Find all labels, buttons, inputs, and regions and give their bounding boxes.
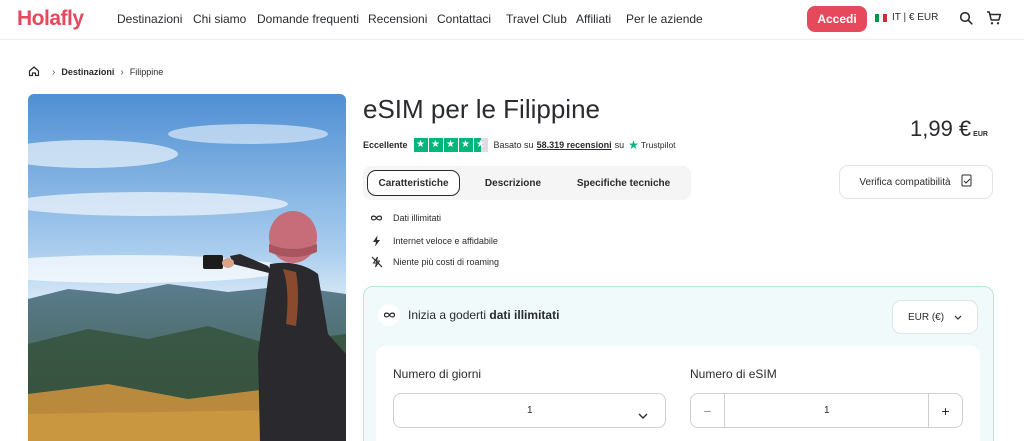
chevron-right-icon: › [52, 66, 56, 78]
chevron-right-icon: › [120, 66, 124, 78]
breadcrumb-destinazioni[interactable]: Destinazioni [61, 67, 114, 77]
chevron-down-icon [638, 406, 648, 424]
nav-recensioni[interactable]: Recensioni [368, 12, 427, 26]
locale-selector[interactable]: IT | € EUR [875, 12, 938, 23]
currency-select[interactable]: EUR (€) [892, 300, 978, 334]
infinity-icon [378, 304, 400, 326]
price: 1,99 € EUR [910, 116, 988, 142]
star-icon: ★ [443, 138, 458, 152]
search-icon[interactable] [957, 9, 975, 27]
holafly-logo[interactable]: Holafly [17, 7, 84, 31]
currency-value: EUR (€) [907, 311, 945, 323]
feature-label: Niente più costi di roaming [393, 257, 500, 267]
breadcrumb-current: Filippine [129, 67, 164, 77]
plan-heading-prefix: Inizia a goderti [408, 308, 487, 322]
nav-destinazioni[interactable]: Destinazioni [117, 12, 182, 26]
reviews-suffix: su [614, 140, 625, 150]
trustpilot-star-icon: ★ [628, 138, 639, 152]
days-value: 1 [527, 405, 533, 416]
verify-compatibility-button[interactable]: Verifica compatibilità [839, 165, 993, 199]
tab-caratteristiche[interactable]: Caratteristiche [367, 170, 460, 196]
lightning-icon [370, 235, 383, 247]
star-icon: ★ [428, 138, 443, 152]
login-button[interactable]: Accedi [807, 6, 867, 32]
half-star-icon: ★ [473, 138, 488, 152]
italy-flag-icon [875, 13, 887, 22]
feature-item: Internet veloce e affidabile [370, 235, 498, 247]
trustpilot-rating: Eccellente ★ ★ ★ ★ ★ Basato su 58.319 re… [363, 138, 676, 152]
locale-label: IT | € EUR [892, 12, 939, 23]
increment-button[interactable]: + [928, 394, 962, 427]
rating-label: Eccellente [363, 140, 408, 150]
tab-descrizione[interactable]: Descrizione [473, 170, 553, 196]
days-label: Numero di giorni [393, 367, 482, 381]
nav-per-le-aziende[interactable]: Per le aziende [626, 12, 703, 26]
verify-label: Verifica compatibilità [859, 176, 951, 188]
decrement-button[interactable]: − [691, 394, 725, 427]
page-title: eSIM per le Filippine [363, 94, 600, 124]
cart-icon[interactable] [985, 9, 1003, 27]
star-icon: ★ [413, 138, 428, 152]
product-tabs: Caratteristiche Descrizione Specifiche t… [363, 166, 691, 200]
chevron-down-icon [954, 312, 962, 323]
plan-heading-bold: dati illimitati [489, 308, 560, 322]
top-navigation: Holafly Destinazioni Chi siamo Domande f… [0, 0, 1024, 40]
feature-label: Dati illimitati [393, 213, 442, 223]
esim-quantity-stepper: − 1 + [690, 393, 963, 428]
reviews-link[interactable]: 58.319 recensioni [537, 140, 612, 150]
feature-label: Internet veloce e affidabile [393, 236, 498, 246]
price-value: 1,99 € [910, 116, 972, 141]
home-icon[interactable] [28, 65, 40, 79]
feature-item: Dati illimitati [370, 213, 441, 223]
nav-travel-club[interactable]: Travel Club [506, 12, 567, 26]
plan-heading: Inizia a goderti dati illimitati [378, 304, 559, 326]
nav-affiliati[interactable]: Affiliati [576, 12, 611, 26]
no-roaming-icon [370, 256, 383, 268]
breadcrumb: › Destinazioni › Filippine [28, 65, 163, 79]
esim-count-label: Numero di eSIM [690, 367, 777, 381]
price-currency: EUR [973, 131, 988, 138]
star-icon: ★ [458, 138, 473, 152]
reviews-prefix: Basato su [493, 140, 534, 150]
nav-chi-siamo[interactable]: Chi siamo [193, 12, 246, 26]
days-select[interactable]: 1 [393, 393, 666, 428]
trustpilot-logo[interactable]: ★ Trustpilot [628, 138, 675, 152]
esim-quantity-value[interactable]: 1 [824, 405, 830, 416]
nav-domande-frequenti[interactable]: Domande frequenti [257, 12, 359, 26]
product-image [28, 94, 346, 441]
nav-contattaci[interactable]: Contattaci [437, 12, 491, 26]
rating-stars: ★ ★ ★ ★ ★ [413, 138, 488, 152]
feature-item: Niente più costi di roaming [370, 256, 499, 268]
checklist-icon [961, 174, 973, 190]
infinity-icon [370, 214, 383, 222]
tab-specifiche-tecniche[interactable]: Specifiche tecniche [566, 170, 681, 196]
trustpilot-label: Trustpilot [640, 140, 676, 150]
